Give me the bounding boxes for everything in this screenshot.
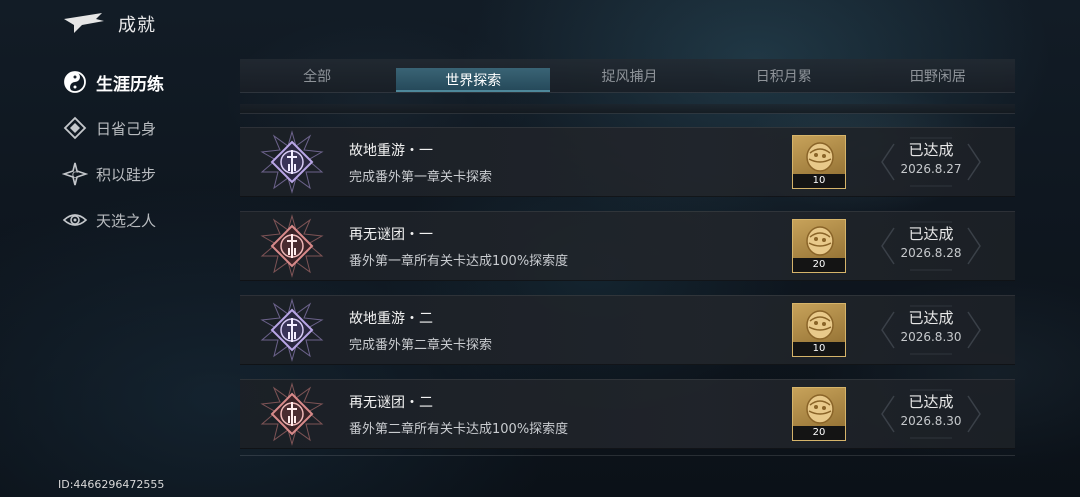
back-arrow-icon[interactable] [62, 11, 106, 37]
completion-date: 2026.8.30 [900, 414, 962, 428]
golden-egg-icon [806, 142, 834, 172]
completion-status: 已达成 2026.8.27 [880, 136, 982, 188]
tab-field-leisure[interactable]: 田野闲居 [861, 59, 1015, 92]
eye-icon [62, 214, 88, 226]
achievement-desc: 完成番外第二章关卡探索 [349, 338, 493, 353]
purple-sword-badge-icon [260, 298, 324, 362]
reward-item[interactable]: 20 [792, 219, 846, 273]
tab-catch-wind[interactable]: 捉风捕月 [552, 59, 706, 92]
sidebar-item-label: 日省己身 [96, 119, 157, 138]
achievement-row: 再无谜团・二 番外第二章所有关卡达成100%探索度 20 已达成 2026.8.… [240, 379, 1015, 449]
sidebar-item-chosen[interactable]: 天选之人 [62, 202, 232, 238]
achievement-name: 再无谜团・一 [349, 227, 433, 243]
sidebar-item-label: 积以跬步 [96, 165, 157, 184]
achievement-desc: 番外第二章所有关卡达成100%探索度 [349, 422, 569, 437]
completion-date: 2026.8.27 [900, 162, 962, 176]
sidebar-item-label: 生涯历练 [96, 74, 164, 95]
golden-egg-icon [806, 394, 834, 424]
completion-status: 已达成 2026.8.30 [880, 388, 982, 440]
user-id: ID:4466296472555 [58, 478, 165, 491]
sidebar-item-label: 天选之人 [96, 211, 157, 230]
completion-status: 已达成 2026.8.30 [880, 304, 982, 356]
golden-egg-icon [806, 226, 834, 256]
sidebar-item-career[interactable]: 生涯历练 [62, 64, 232, 100]
reward-count: 10 [793, 174, 845, 188]
reward-count: 10 [793, 342, 845, 356]
status-label: 已达成 [908, 309, 954, 327]
status-label: 已达成 [908, 141, 954, 159]
sidebar-item-daily[interactable]: 日省己身 [62, 110, 232, 146]
sidebar-item-progress[interactable]: C 积以跬步 [62, 156, 232, 192]
star-burst-icon: C [62, 162, 88, 186]
sidebar: 生涯历练 日省己身 C 积以跬步 天选之人 [62, 64, 232, 248]
completion-status: 已达成 2026.8.28 [880, 220, 982, 272]
completion-date: 2026.8.30 [900, 330, 962, 344]
list-bottom-divider [240, 455, 1015, 456]
reward-count: 20 [793, 426, 845, 440]
achievement-name: 故地重游・一 [349, 143, 433, 159]
achievement-desc: 完成番外第一章关卡探索 [349, 170, 493, 185]
achievement-row: 再无谜团・一 番外第一章所有关卡达成100%探索度 20 已达成 2026.8.… [240, 211, 1015, 281]
diamond-layers-icon [63, 116, 87, 140]
tab-bar: 全部 世界探索 捉风捕月 日积月累 田野闲居 [240, 59, 1015, 93]
reward-item[interactable]: 20 [792, 387, 846, 441]
completion-date: 2026.8.28 [900, 246, 962, 260]
status-label: 已达成 [908, 225, 954, 243]
reward-item[interactable]: 10 [792, 303, 846, 357]
page-title: 成就 [118, 15, 156, 36]
achievement-desc: 番外第一章所有关卡达成100%探索度 [349, 254, 569, 269]
achievement-name: 再无谜团・二 [349, 395, 433, 411]
golden-egg-icon [806, 310, 834, 340]
status-label: 已达成 [908, 393, 954, 411]
tab-all[interactable]: 全部 [240, 59, 394, 92]
svg-text:C: C [72, 171, 78, 181]
tab-world-explore[interactable]: 世界探索 [396, 68, 551, 92]
reward-item[interactable]: 10 [792, 135, 846, 189]
yin-yang-icon [64, 71, 86, 93]
red-sword-badge-icon [260, 214, 324, 278]
header: 成就 [62, 8, 156, 40]
tab-accumulate[interactable]: 日积月累 [707, 59, 861, 92]
reward-count: 20 [793, 258, 845, 272]
list-top-divider [240, 104, 1015, 114]
purple-sword-badge-icon [260, 130, 324, 194]
achievement-row: 故地重游・二 完成番外第二章关卡探索 10 已达成 2026.8.30 [240, 295, 1015, 365]
red-sword-badge-icon [260, 382, 324, 446]
achievement-name: 故地重游・二 [349, 311, 433, 327]
achievement-row: 故地重游・一 完成番外第一章关卡探索 10 已达成 2026.8.27 [240, 127, 1015, 197]
achievement-list[interactable]: 故地重游・一 完成番外第一章关卡探索 10 已达成 2026.8.27 再无谜团… [240, 127, 1015, 463]
